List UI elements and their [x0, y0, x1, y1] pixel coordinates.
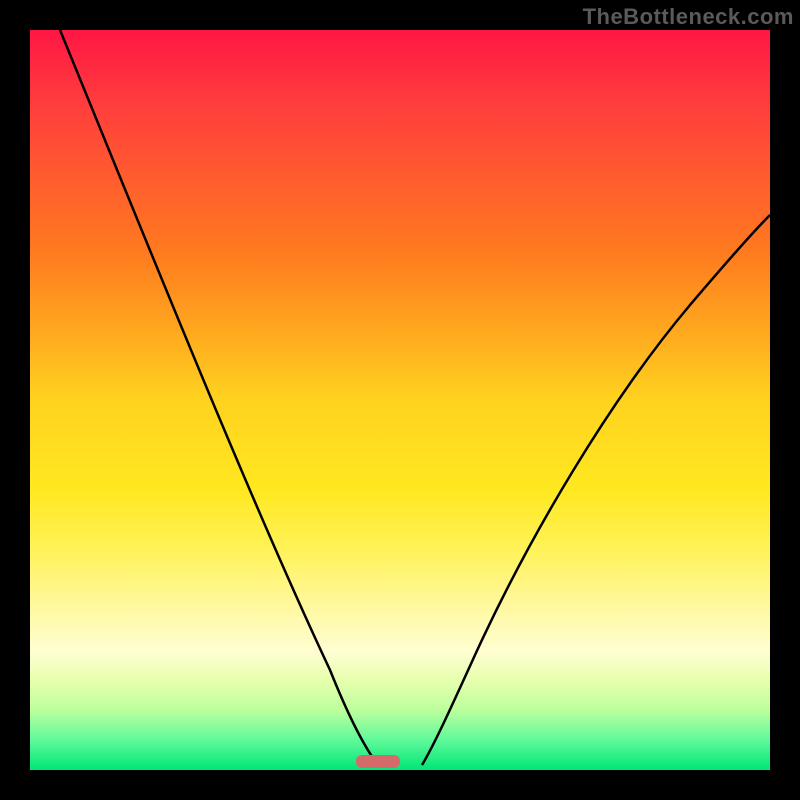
chart-frame: TheBottleneck.com — [0, 0, 800, 800]
watermark-text: TheBottleneck.com — [583, 4, 794, 30]
curve-layer — [30, 30, 770, 770]
right-curve — [422, 215, 770, 765]
left-curve — [60, 30, 378, 765]
plot-area — [30, 30, 770, 770]
bottleneck-marker — [356, 755, 400, 768]
